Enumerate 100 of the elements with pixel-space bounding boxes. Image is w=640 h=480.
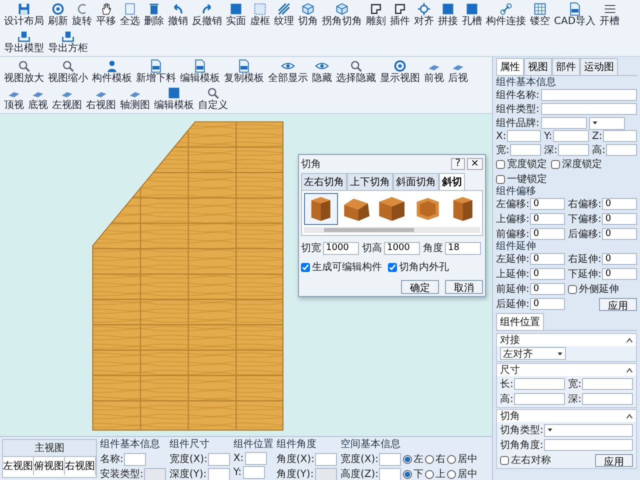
group-header[interactable]: 对接 bbox=[497, 334, 636, 346]
checkbox[interactable] bbox=[301, 262, 310, 272]
toolbar-button[interactable]: 复制模板 bbox=[222, 58, 266, 85]
dropdown[interactable] bbox=[589, 116, 626, 130]
view-tab[interactable]: 俯视图 bbox=[34, 457, 65, 475]
radio-button[interactable] bbox=[425, 454, 434, 464]
toolbar-button[interactable]: 反撤销 bbox=[190, 1, 224, 28]
radio-button[interactable] bbox=[403, 454, 412, 464]
toolbar-button[interactable]: 开槽 bbox=[598, 1, 622, 28]
dialog-button[interactable]: 取消 bbox=[445, 280, 483, 294]
input-field[interactable] bbox=[541, 117, 588, 129]
input-field[interactable] bbox=[208, 468, 230, 480]
dialog-tab[interactable]: 斜面切角 bbox=[393, 173, 439, 190]
input-field[interactable] bbox=[379, 452, 402, 466]
radio-button[interactable] bbox=[403, 470, 412, 478]
input-field[interactable]: 0 bbox=[602, 253, 637, 265]
block-thumbnail[interactable] bbox=[304, 193, 338, 225]
group-header[interactable]: 切角 bbox=[497, 410, 636, 422]
toolbar-button[interactable]: 镂空 bbox=[528, 1, 552, 28]
horizontal-scrollbar[interactable] bbox=[304, 227, 480, 233]
dropdown[interactable]: 左对齐 bbox=[500, 347, 566, 360]
toolbar-button[interactable]: 旋转 bbox=[70, 1, 94, 28]
input-field[interactable]: 1000 bbox=[384, 242, 420, 254]
toolbar-button[interactable]: 顶视 bbox=[2, 85, 26, 112]
input-field[interactable]: 0 bbox=[602, 198, 637, 210]
toolbar-button[interactable]: 隐藏 bbox=[310, 58, 334, 85]
toolbar-button[interactable]: CAD导入 bbox=[552, 1, 598, 28]
toolbar-button[interactable]: 导出模型 bbox=[2, 28, 46, 55]
input-field[interactable]: 0 bbox=[530, 228, 565, 240]
input-field[interactable] bbox=[553, 130, 589, 142]
checkbox[interactable] bbox=[551, 160, 560, 168]
input-field[interactable]: 0 bbox=[530, 213, 565, 225]
toolbar-button[interactable]: 撤销 bbox=[166, 1, 190, 28]
toolbar-button[interactable]: 编辑模板 bbox=[152, 85, 196, 112]
toolbar-button[interactable]: 左视图 bbox=[50, 85, 84, 112]
apply-button[interactable]: 应用 bbox=[599, 298, 637, 310]
toolbar-button[interactable]: 拐角切角 bbox=[320, 1, 364, 28]
input-field[interactable] bbox=[558, 144, 589, 156]
toolbar-button[interactable]: 构件模板 bbox=[90, 58, 134, 85]
view-tab[interactable]: 左视图 bbox=[3, 457, 34, 475]
toolbar-button[interactable]: 对齐 bbox=[412, 1, 436, 28]
toolbar-button[interactable]: 平移 bbox=[94, 1, 118, 28]
toolbar-button[interactable]: 实面 bbox=[224, 1, 248, 28]
input-field[interactable]: 1000 bbox=[323, 242, 359, 254]
input-field[interactable] bbox=[315, 452, 338, 466]
toolbar-button[interactable]: 全选 bbox=[118, 1, 142, 28]
close-button[interactable]: × bbox=[466, 158, 483, 170]
input-field[interactable]: 0 bbox=[530, 283, 565, 295]
input-field[interactable] bbox=[606, 144, 637, 156]
toolbar-button[interactable]: 导出方柜 bbox=[46, 28, 90, 55]
dialog-tab[interactable]: 上下切角 bbox=[347, 173, 393, 190]
input-field[interactable] bbox=[242, 466, 265, 479]
toolbar-button[interactable]: 编辑模板 bbox=[178, 58, 222, 85]
input-field[interactable]: 0 bbox=[530, 198, 565, 210]
toolbar-button[interactable]: 切角 bbox=[296, 1, 320, 28]
toolbar-button[interactable]: 删除 bbox=[142, 1, 166, 28]
toolbar-button[interactable]: 刷新 bbox=[46, 1, 70, 28]
input-field[interactable] bbox=[514, 378, 565, 390]
dialog-button[interactable]: 确定 bbox=[401, 280, 439, 294]
input-field[interactable]: 0 bbox=[530, 253, 565, 265]
input-field[interactable] bbox=[379, 468, 402, 480]
input-field[interactable] bbox=[582, 393, 633, 405]
toolbar-button[interactable]: 显示视图 bbox=[378, 58, 422, 85]
toolbar-button[interactable]: 轴测图 bbox=[118, 85, 152, 112]
radio-button[interactable] bbox=[425, 470, 434, 478]
panel-tab[interactable]: 属性 bbox=[496, 58, 524, 75]
panel-tab[interactable]: 部件 bbox=[552, 58, 580, 75]
toolbar-button[interactable]: 新增下料 bbox=[134, 58, 178, 85]
group-header[interactable]: 尺寸 bbox=[497, 364, 636, 376]
panel-tab[interactable]: 视图 bbox=[524, 58, 552, 75]
toolbar-button[interactable]: 虚框 bbox=[248, 1, 272, 28]
radio-button[interactable] bbox=[447, 470, 456, 478]
toolbar-button[interactable]: 自定义 bbox=[196, 85, 230, 112]
toolbar-button[interactable]: 右视图 bbox=[84, 85, 118, 112]
checkbox[interactable] bbox=[496, 160, 505, 168]
input-field[interactable]: 0 bbox=[602, 268, 637, 280]
toolbar-button[interactable]: 视图放大 bbox=[2, 58, 46, 85]
input-field[interactable] bbox=[514, 393, 565, 405]
checkbox[interactable] bbox=[388, 262, 397, 272]
input-field[interactable]: 0 bbox=[602, 213, 637, 225]
toolbar-button[interactable]: 构件连接 bbox=[484, 1, 528, 28]
dialog-tab[interactable]: 左右切角 bbox=[301, 173, 347, 190]
toolbar-button[interactable]: 孔槽 bbox=[460, 1, 484, 28]
dialog-tab[interactable]: 斜切 bbox=[439, 173, 465, 190]
input-field[interactable] bbox=[510, 144, 541, 156]
help-button[interactable]: ? bbox=[451, 158, 465, 170]
input-field[interactable]: 18 bbox=[445, 242, 481, 254]
panel-tab[interactable]: 组件位置 bbox=[496, 313, 544, 330]
toolbar-button[interactable]: 雕刻 bbox=[364, 1, 388, 28]
toolbar-button[interactable]: 底视 bbox=[26, 85, 50, 112]
view-tab[interactable]: 右视图 bbox=[65, 457, 96, 475]
input-field[interactable]: 0 bbox=[530, 268, 565, 280]
input-field[interactable] bbox=[544, 439, 633, 451]
toolbar-button[interactable]: 全部显示 bbox=[266, 58, 310, 85]
toolbar-button[interactable]: 纹理 bbox=[272, 1, 296, 28]
input-field[interactable] bbox=[124, 452, 146, 466]
radio-button[interactable] bbox=[447, 454, 456, 464]
dropdown[interactable] bbox=[544, 424, 633, 436]
checkbox[interactable] bbox=[500, 456, 509, 464]
input-field[interactable]: 0 bbox=[602, 228, 637, 240]
